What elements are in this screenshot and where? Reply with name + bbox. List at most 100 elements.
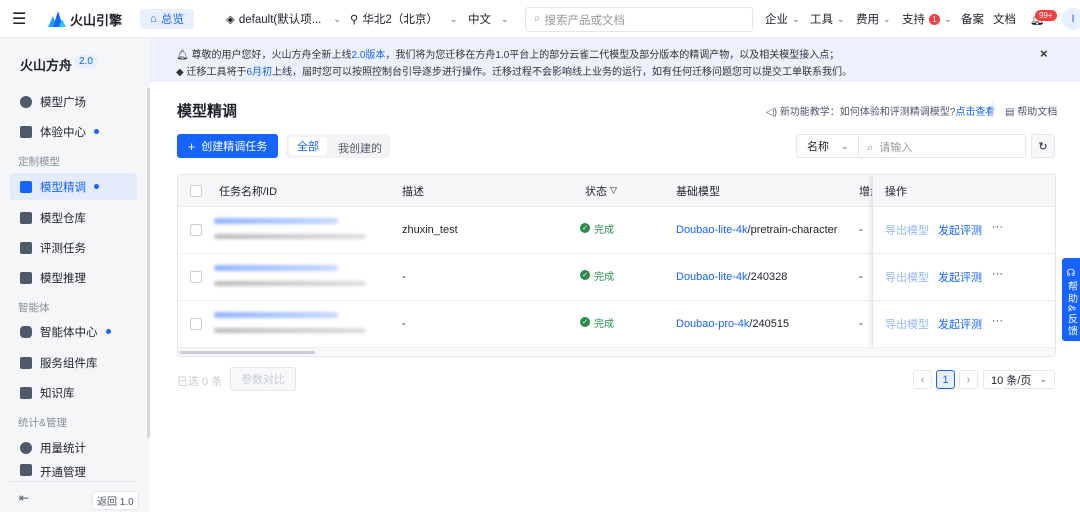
task-search-input[interactable]: ⌕ 请输入: [867, 139, 912, 155]
col-status[interactable]: 状态 ▽: [585, 175, 617, 206]
status-badge: ✓ 完成: [580, 205, 614, 251]
refresh-button[interactable]: ↻: [1031, 134, 1055, 158]
tab-mine[interactable]: 我创建的: [338, 140, 382, 156]
notice-line-1: 🔔︎ 尊敬的用户您好，火山方舟全新上线2.0版本，我们将为您迁移在方舟1.0平台…: [176, 50, 840, 61]
document-icon: ▤: [1005, 107, 1015, 118]
start-evaluation-link[interactable]: 发起评测: [938, 301, 982, 347]
sidebar-scrollbar[interactable]: [147, 88, 150, 438]
tutorial-link[interactable]: 点击查看: [955, 107, 995, 118]
chevron-down-icon: ⌄: [449, 13, 458, 24]
chevron-down-icon: ⌄: [837, 13, 845, 24]
version-badge: 2.0: [74, 55, 98, 68]
tab-all[interactable]: 全部: [289, 137, 327, 155]
finetune-table: 任务名称/ID 描述 状态 ▽ 基础模型 增量 zhuxin_test ✓ 完成 …: [177, 174, 1056, 357]
region-select[interactable]: ⚲ 华北2（北京） ⌄: [350, 0, 457, 38]
refresh-icon: ↻: [1038, 140, 1048, 153]
sidebar-item-repository[interactable]: 模型仓库: [10, 204, 137, 231]
base-model-link[interactable]: Doubao-lite-4k: [676, 271, 748, 283]
version-link[interactable]: 2.0版本: [351, 50, 385, 61]
row-checkbox[interactable]: [190, 271, 202, 283]
base-model: Doubao-lite-4k/pretrain-character: [676, 224, 838, 236]
base-model: Doubao-lite-4k/240328: [676, 271, 788, 283]
notice-line-2: ◆ 迁移工具将于6月初上线，届时您可以按照控制台引导逐步进行操作。迁移过程不会影…: [176, 67, 853, 78]
project-select[interactable]: ◈ default(默认项... ⌄: [226, 0, 341, 38]
help-feedback-button[interactable]: ☊ 帮助&反馈: [1062, 258, 1080, 341]
prev-page-button[interactable]: ‹: [913, 370, 932, 389]
row-checkbox[interactable]: [190, 224, 202, 236]
check-circle-icon: ✓: [580, 223, 590, 233]
language-select[interactable]: 中文 ⌄: [468, 0, 509, 38]
flask-icon: [20, 241, 32, 254]
page-1-button[interactable]: 1: [936, 370, 955, 389]
task-name-link[interactable]: [214, 218, 338, 224]
base-model-link[interactable]: Doubao-lite-4k: [676, 224, 748, 236]
help-docs-link[interactable]: ▤ 帮助文档: [1005, 103, 1057, 118]
sidebar-item-components[interactable]: 服务组件库: [10, 349, 137, 376]
tutorial-notice: ◁) 新功能教学：如何体验和评测精调模型?点击查看: [766, 107, 996, 118]
box-icon: [20, 125, 32, 138]
more-icon[interactable]: ···: [992, 298, 1003, 344]
section-label: 统计&管理: [18, 417, 68, 429]
sidebar-item-experience[interactable]: 体验中心: [10, 118, 137, 145]
export-model-link[interactable]: 导出模型: [885, 301, 929, 347]
field-select[interactable]: 名称 ⌄: [797, 135, 859, 157]
task-id: [214, 234, 366, 239]
sidebar-item-model-square[interactable]: 模型广场: [10, 88, 137, 115]
export-model-link[interactable]: 导出模型: [885, 207, 929, 253]
task-name-link[interactable]: [214, 312, 338, 318]
more-icon[interactable]: ···: [992, 251, 1003, 297]
sidebar-item-usage[interactable]: 用量统计: [10, 434, 137, 461]
status-badge: ✓ 完成: [580, 299, 614, 345]
nav-billing[interactable]: 费用 ⌄: [856, 0, 891, 38]
col-name: 任务名称/ID: [219, 185, 278, 198]
compare-params-button[interactable]: 参数对比: [230, 367, 296, 391]
next-page-button[interactable]: ›: [959, 370, 978, 389]
search-icon: ⌕: [534, 13, 541, 25]
chevron-down-icon: ⌄: [1039, 374, 1047, 384]
collapse-icon[interactable]: ⇤: [19, 491, 29, 505]
brand-logo[interactable]: 火山引擎: [48, 0, 122, 38]
filter-icon: ▽: [610, 185, 617, 195]
select-all-checkbox[interactable]: [190, 184, 202, 197]
grid-icon: [20, 325, 32, 338]
nav-tools[interactable]: 工具 ⌄: [810, 0, 845, 38]
close-icon[interactable]: ×: [1040, 46, 1048, 61]
start-evaluation-link[interactable]: 发起评测: [938, 207, 982, 253]
export-model-link[interactable]: 导出模型: [885, 254, 929, 300]
avatar[interactable]: I: [1062, 8, 1080, 30]
sidebar-item-inference[interactable]: 模型推理: [10, 264, 137, 291]
more-icon[interactable]: ···: [992, 204, 1003, 250]
horizontal-scrollbar[interactable]: [178, 347, 1055, 356]
chevron-down-icon: ⌄: [333, 13, 341, 24]
task-id: [214, 328, 366, 333]
page-size-select[interactable]: 10 条/页 ⌄: [983, 370, 1055, 389]
headset-icon: ☊: [1066, 268, 1076, 279]
nav-enterprise[interactable]: 企业 ⌄: [765, 0, 800, 38]
support-badge: 1: [929, 13, 940, 25]
base-model-link[interactable]: Doubao-pro-4k: [676, 318, 749, 330]
chevron-down-icon: ⌄: [944, 13, 952, 24]
nav-docs[interactable]: 文档: [993, 0, 1016, 38]
nav-support[interactable]: 支持 1 ⌄: [902, 0, 952, 38]
tune-icon: [20, 180, 32, 193]
sidebar-item-finetune[interactable]: 模型精调: [10, 173, 137, 200]
task-name-link[interactable]: [214, 265, 338, 271]
home-button[interactable]: ⌂ 总览: [140, 9, 194, 29]
chevron-down-icon: ⌄: [501, 13, 509, 24]
start-evaluation-link[interactable]: 发起评测: [938, 254, 982, 300]
check-circle-icon: ✓: [580, 317, 590, 327]
back-to-v1-button[interactable]: 返回 1.0: [92, 491, 139, 510]
menu-icon[interactable]: ☰: [12, 0, 26, 38]
search-input[interactable]: ⌕ 搜索产品或文档: [525, 7, 753, 32]
sidebar-item-knowledge[interactable]: 知识库: [10, 379, 137, 406]
cube-icon: [20, 211, 32, 224]
sidebar-item-agent-center[interactable]: 智能体中心: [10, 318, 137, 345]
create-finetune-button[interactable]: + 创建精调任务: [177, 134, 278, 158]
row-checkbox[interactable]: [190, 318, 202, 330]
nav-beian[interactable]: 备案: [961, 0, 984, 38]
sidebar-item-activation[interactable]: 开通管理: [10, 464, 137, 478]
sidebar-item-evaluation[interactable]: 评测任务: [10, 234, 137, 261]
description: -: [402, 318, 406, 330]
database-icon: [20, 386, 32, 399]
section-label: 定制模型: [18, 156, 60, 168]
